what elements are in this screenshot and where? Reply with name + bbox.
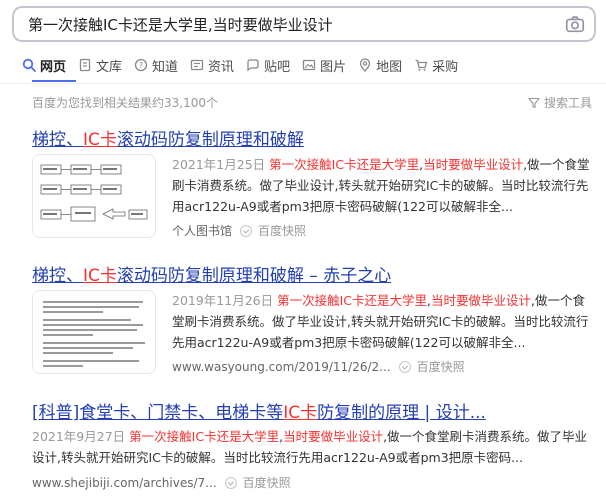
camera-icon[interactable] [564, 13, 586, 35]
search-box[interactable] [12, 6, 596, 42]
title-text: 梯控、 [32, 130, 83, 150]
tab-news[interactable]: 资讯 [190, 54, 234, 76]
result-source-line: www.wasyoung.com/2019/11/26/2... 百度快照 [172, 358, 465, 375]
abstract-highlight: 当时要做毕业设计 [423, 157, 524, 172]
abstract-highlight: 第一次接触IC卡还是大学里 [269, 157, 420, 172]
tab-label: 采购 [432, 59, 459, 75]
result-source[interactable]: www.shejibiji.com/archives/7... [32, 476, 217, 490]
abstract-highlight: 第一次接触IC卡还是大学里 [277, 293, 428, 308]
verified-icon [240, 224, 253, 237]
text-thumbnail [43, 301, 145, 367]
search-icon [22, 58, 36, 72]
diagram-thumbnail [40, 164, 148, 222]
tieba-icon [247, 59, 259, 72]
image-icon [302, 59, 316, 71]
document-icon [79, 58, 91, 72]
tab-label: 知道 [152, 59, 179, 75]
result-source-line: 个人图书馆 百度快照 [172, 222, 306, 239]
news-icon [190, 59, 204, 71]
tab-purchase[interactable]: 采购 [414, 54, 458, 76]
tab-wenku[interactable]: 文库 [78, 54, 122, 76]
filter-icon [528, 97, 540, 108]
abstract-highlight: 当时要做毕业设计 [283, 429, 384, 444]
result-date: 2021年1月25日 [172, 157, 266, 172]
result-source-line: www.shejibiji.com/archives/7... 百度快照 [32, 474, 291, 491]
map-icon [359, 58, 371, 72]
tab-label: 资讯 [208, 59, 235, 75]
title-text: 梯控、 [32, 266, 83, 286]
result-title[interactable]: 梯控、IC卡滚动码防复制原理和破解 – 赤子之心 [32, 261, 391, 286]
search-tools-label: 搜索工具 [543, 96, 592, 110]
snapshot-link[interactable]: 百度快照 [243, 474, 291, 491]
title-highlight: IC卡 [83, 130, 117, 150]
title-highlight: IC卡 [83, 266, 117, 286]
snapshot-link[interactable]: 百度快照 [417, 358, 465, 375]
tab-map[interactable]: 地图 [358, 54, 402, 76]
tab-label: 文库 [96, 59, 123, 75]
result-date: 2021年9月27日 [32, 429, 126, 444]
abstract-highlight: 当时要做毕业设计 [431, 293, 532, 308]
title-text: 滚动码防复制原理和破解 [116, 130, 304, 150]
title-text: [科普]食堂卡、门禁卡、电梯卡等 [32, 403, 284, 423]
tab-webpage[interactable]: 网页 [22, 54, 66, 76]
active-tab-indicator [32, 80, 76, 82]
cart-icon [415, 59, 428, 71]
tab-label: 图片 [320, 59, 347, 75]
verified-icon [398, 360, 411, 373]
tab-zhidao[interactable]: ? 知道 [134, 54, 178, 76]
title-text: 滚动码防复制原理和破解 – 赤子之心 [116, 266, 392, 286]
tab-tieba[interactable]: 贴吧 [246, 54, 290, 76]
result-abstract: 2021年9月27日 第一次接触IC卡还是大学里,当时要做毕业设计,做一个食堂刷… [32, 426, 592, 468]
snapshot-link[interactable]: 百度快照 [258, 222, 306, 239]
result-count: 百度为您找到相关结果约33,100个 [32, 96, 218, 110]
title-text: 防复制的原理 | 设计... [317, 403, 486, 423]
tab-label: 地图 [376, 59, 403, 75]
result-title[interactable]: 梯控、IC卡滚动码防复制原理和破解 [32, 125, 304, 150]
tab-images[interactable]: 图片 [302, 54, 346, 76]
svg-text:?: ? [139, 61, 143, 70]
tab-label: 网页 [40, 59, 67, 75]
result-source[interactable]: www.wasyoung.com/2019/11/26/2... [172, 360, 391, 374]
result-title[interactable]: [科普]食堂卡、门禁卡、电梯卡等IC卡防复制的原理 | 设计... [32, 398, 486, 423]
result-thumbnail[interactable] [32, 290, 156, 374]
question-icon: ? [134, 58, 148, 72]
result-thumbnail[interactable] [32, 154, 156, 238]
search-tools-button[interactable]: 搜索工具 [528, 94, 592, 111]
result-abstract: 2021年1月25日 第一次接触IC卡还是大学里,当时要做毕业设计,做一个食堂刷… [172, 154, 592, 217]
title-highlight: IC卡 [283, 403, 318, 423]
result-abstract: 2019年11月26日 第一次接触IC卡还是大学里,当时要做毕业设计,做一个食堂… [172, 290, 592, 353]
tab-label: 贴吧 [264, 59, 291, 75]
search-input[interactable] [28, 12, 548, 36]
result-source[interactable]: 个人图书馆 [172, 222, 232, 239]
tabs-divider [0, 83, 606, 84]
result-date: 2019年11月26日 [172, 293, 274, 308]
verified-icon [224, 476, 237, 489]
search-tabs: 网页 文库 ? 知道 资讯 贴吧 图片 地图 采购 [22, 54, 470, 78]
abstract-highlight: 第一次接触IC卡还是大学里 [129, 429, 280, 444]
